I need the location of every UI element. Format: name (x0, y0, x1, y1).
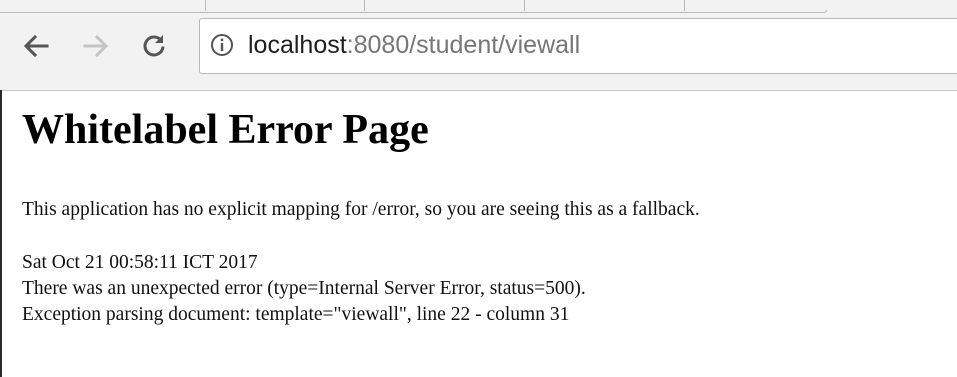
tab-divider (364, 0, 365, 11)
tab-divider (524, 0, 525, 11)
tab-strip-edge (0, 10, 827, 13)
url-host: localhost (248, 31, 347, 59)
error-timestamp: Sat Oct 21 00:58:11 ICT 2017 (22, 252, 258, 273)
forward-button[interactable] (76, 26, 116, 66)
url-path: :8080/student/viewall (346, 31, 581, 59)
back-button[interactable] (16, 26, 56, 66)
reload-icon (143, 35, 165, 57)
url-text[interactable]: localhost:8080/student/viewall (248, 27, 580, 63)
tab-strip (0, 0, 957, 14)
arrow-right-icon (83, 34, 109, 58)
window-edge (0, 90, 2, 377)
exception-line: Exception parsing document: template="vi… (22, 304, 570, 325)
browser-chrome: localhost:8080/student/viewall (0, 0, 957, 91)
tab-divider (205, 0, 206, 11)
tab-divider (684, 0, 685, 11)
address-bar[interactable]: localhost:8080/student/viewall (199, 18, 957, 74)
error-details: Sat Oct 21 00:58:11 ICT 2017 There was a… (22, 250, 586, 328)
page-title: Whitelabel Error Page (22, 107, 429, 153)
info-icon[interactable] (210, 33, 234, 57)
error-type-line: There was an unexpected error (type=Inte… (22, 278, 586, 299)
arrow-left-icon (23, 34, 49, 58)
reload-button[interactable] (134, 26, 174, 66)
error-message: This application has no explicit mapping… (22, 199, 700, 220)
